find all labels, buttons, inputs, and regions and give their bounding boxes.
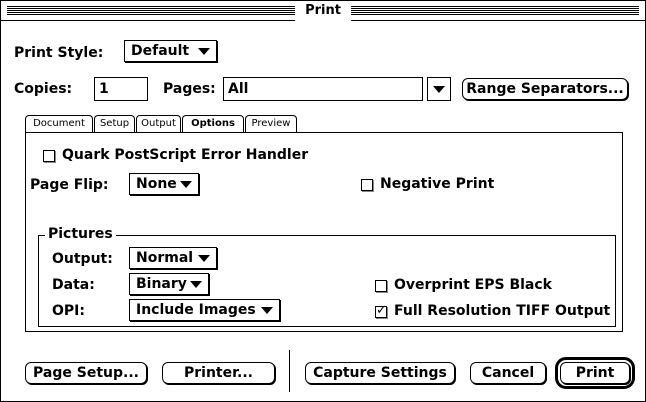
chevron-down-icon [433, 86, 445, 93]
tab-output[interactable]: Output [136, 115, 181, 132]
page-flip-label: Page Flip: [30, 177, 109, 193]
checkmark-icon: ✓ [376, 303, 387, 318]
full-res-tiff-label: Full Resolution TIFF Output [394, 303, 611, 319]
popup-arrow-icon [198, 48, 210, 55]
printer-button[interactable]: Printer... [162, 362, 275, 384]
page-flip-value: None [136, 176, 177, 192]
copies-label: Copies: [14, 81, 73, 97]
overprint-eps-black-checkbox[interactable] [375, 280, 387, 292]
tab-preview[interactable]: Preview [245, 115, 297, 132]
overprint-eps-black-label: Overprint EPS Black [394, 277, 552, 293]
range-separators-button[interactable]: Range Separators... [462, 78, 628, 100]
pictures-output-label: Output: [52, 251, 113, 267]
popup-arrow-icon [198, 255, 210, 262]
pages-label: Pages: [163, 81, 216, 97]
pictures-opi-label: OPI: [52, 303, 85, 319]
pictures-data-popup[interactable]: Binary [129, 273, 209, 295]
quark-error-handler-label: Quark PostScript Error Handler [62, 147, 309, 163]
print-button[interactable]: Print [555, 357, 635, 389]
popup-arrow-icon [190, 281, 202, 288]
print-dialog: Print Print Style: Default Copies: 1 Pag… [0, 0, 646, 402]
pictures-data-value: Binary [136, 276, 187, 292]
pictures-group-title: Pictures [45, 226, 116, 242]
negative-print-label: Negative Print [380, 176, 495, 192]
page-setup-button[interactable]: Page Setup... [25, 362, 147, 384]
tab-setup[interactable]: Setup [94, 115, 135, 132]
pictures-data-label: Data: [52, 277, 95, 293]
title-bar[interactable]: Print [1, 1, 645, 21]
pages-dropdown-button[interactable] [427, 77, 451, 101]
print-style-popup[interactable]: Default [124, 40, 217, 62]
print-style-value: Default [131, 43, 190, 59]
window-title: Print [295, 1, 351, 21]
page-flip-popup[interactable]: None [129, 173, 199, 195]
pages-field[interactable]: All [223, 77, 423, 101]
capture-settings-button[interactable]: Capture Settings [305, 362, 455, 384]
quark-error-handler-checkbox[interactable] [43, 150, 55, 162]
tab-document[interactable]: Document [25, 115, 93, 132]
popup-arrow-icon [261, 307, 273, 314]
full-res-tiff-checkbox[interactable]: ✓ [375, 303, 387, 318]
popup-arrow-icon [180, 181, 192, 188]
negative-print-checkbox[interactable] [361, 179, 373, 191]
cancel-button[interactable]: Cancel [470, 362, 546, 384]
pictures-output-popup[interactable]: Normal [129, 247, 217, 269]
pictures-opi-value: Include Images [136, 302, 256, 318]
copies-field[interactable]: 1 [94, 77, 148, 101]
footer-divider [289, 350, 290, 392]
print-style-label: Print Style: [14, 45, 104, 61]
pictures-opi-popup[interactable]: Include Images [129, 299, 280, 321]
pictures-output-value: Normal [136, 250, 194, 266]
